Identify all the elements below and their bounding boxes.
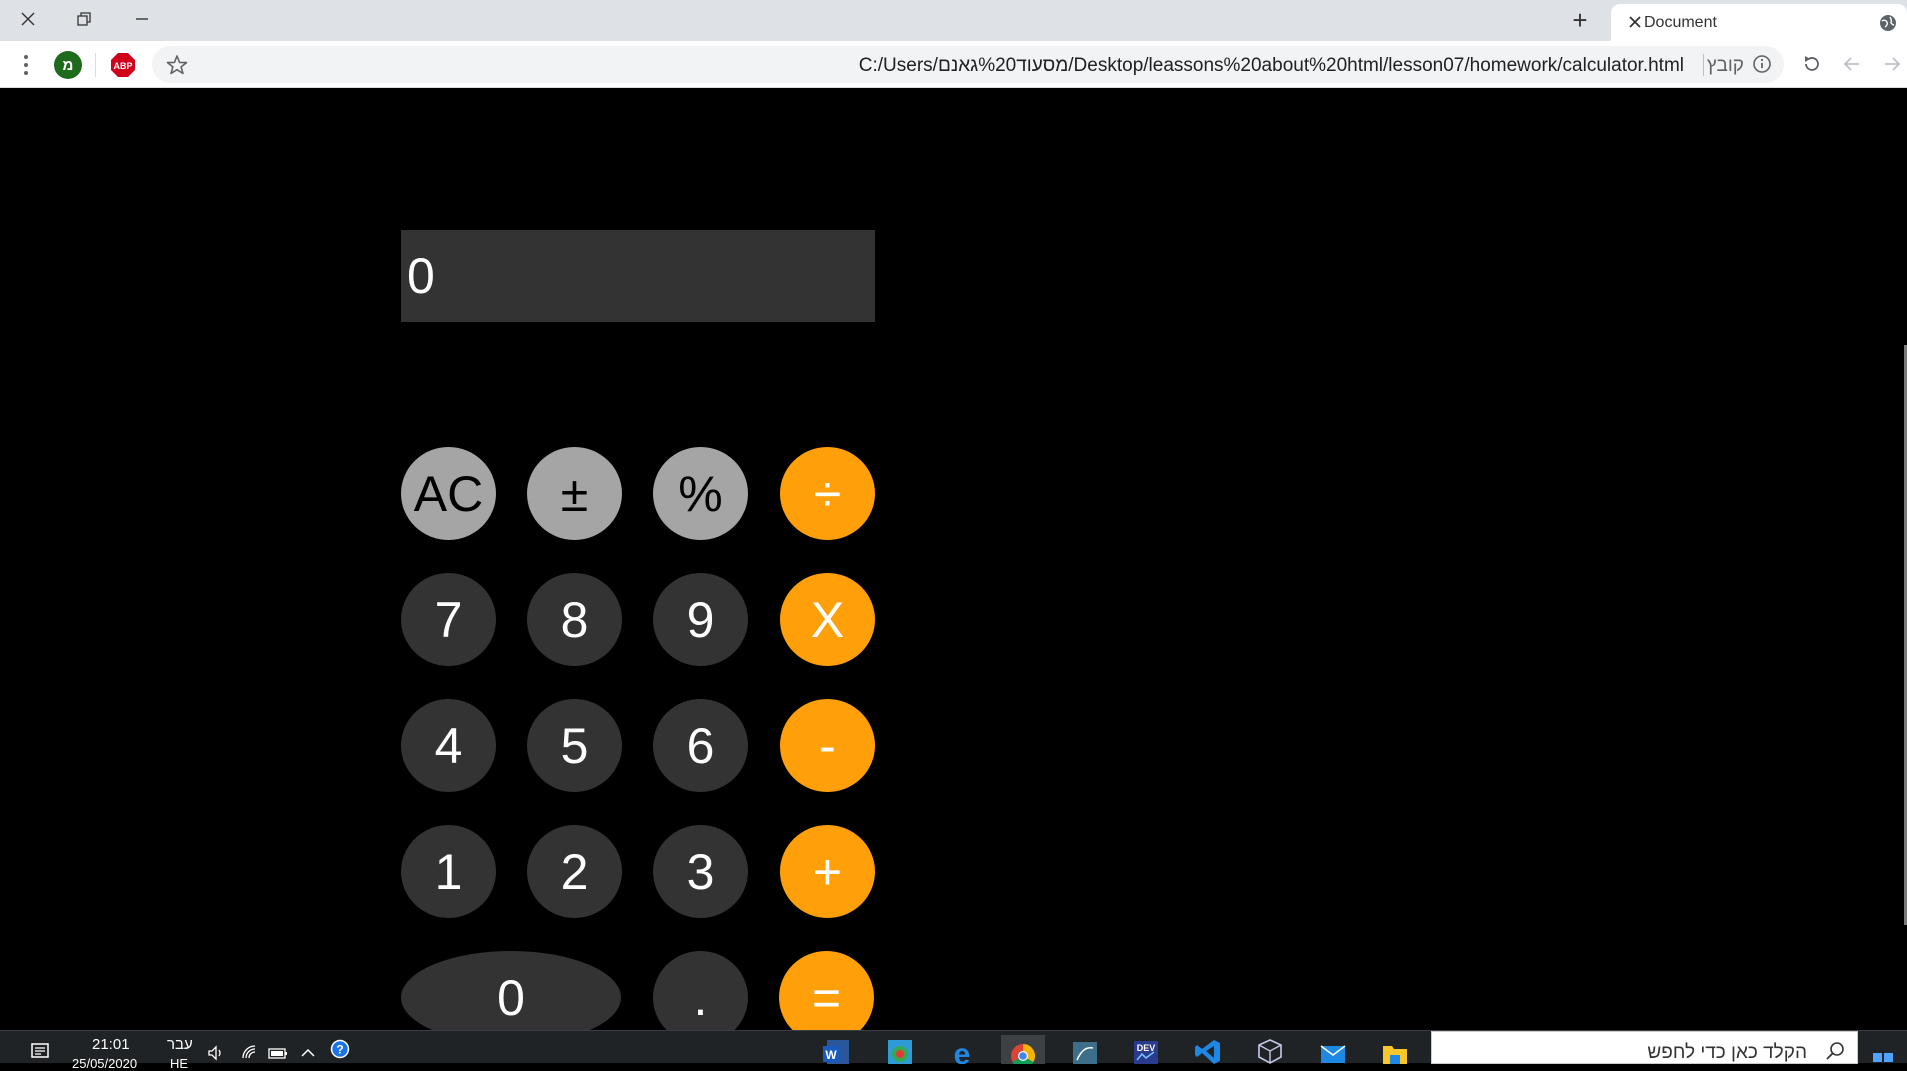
taskbar-mysql[interactable]: [1063, 1035, 1107, 1064]
mail-icon: [1320, 1045, 1346, 1063]
language-indicator[interactable]: עבר: [167, 1036, 193, 1053]
language-code[interactable]: HE: [170, 1056, 188, 1071]
key-plus-minus[interactable]: ±: [527, 447, 622, 540]
tab-strip: + Document: [0, 0, 1907, 41]
menu-icon[interactable]: [16, 52, 36, 78]
key-subtract[interactable]: -: [780, 699, 875, 792]
calculator: 0 AC ± % ÷ 7 8 9 X 4 5 6 - 1 2 3 + 0 . =: [401, 230, 875, 1044]
key-7[interactable]: 7: [401, 573, 496, 666]
svg-text:?: ?: [336, 1043, 344, 1057]
taskbar-dev[interactable]: DEV: [1124, 1035, 1168, 1064]
taskbar-edge[interactable]: e: [940, 1035, 984, 1064]
reload-icon: [1805, 56, 1819, 71]
show-hidden-icons-button[interactable]: [298, 1043, 318, 1063]
restore-icon: [77, 12, 91, 26]
key-6[interactable]: 6: [653, 699, 748, 792]
taskbar-chrome[interactable]: [1001, 1035, 1045, 1064]
bookmark-star-icon[interactable]: [166, 54, 188, 76]
file-explorer-icon: [1383, 1046, 1407, 1064]
vscode-icon: [1195, 1040, 1220, 1064]
clock-date[interactable]: 25/05/2020: [72, 1056, 137, 1071]
page-viewport: [0, 89, 1907, 1028]
taskbar-virtualbox[interactable]: [1248, 1035, 1292, 1064]
key-8[interactable]: 8: [527, 573, 622, 666]
site-info-icon[interactable]: [1752, 54, 1772, 74]
key-9[interactable]: 9: [653, 573, 748, 666]
restore-window-button[interactable]: [56, 0, 112, 38]
browser-toolbar: מ ABP C:/Users/מסעוד%20גאנם/Desktop/leas…: [0, 41, 1907, 88]
taskbar-search-box[interactable]: הקלד כאן כדי לחפש: [1431, 1031, 1858, 1064]
globe-icon: [1880, 15, 1896, 31]
profile-extension-button[interactable]: מ: [54, 51, 82, 79]
taskbar-vscode[interactable]: [1186, 1035, 1230, 1064]
taskbar-chrome-profile[interactable]: [878, 1035, 922, 1064]
search-placeholder: הקלד כאן כדי לחפש: [1647, 1042, 1807, 1063]
speaker-icon: [208, 1045, 221, 1061]
tab-title: Document: [1644, 14, 1717, 31]
url-separator: [1703, 54, 1704, 76]
adblock-icon[interactable]: ABP: [110, 52, 136, 78]
svg-text:ABP: ABP: [113, 61, 132, 71]
taskbar-mail[interactable]: [1311, 1035, 1355, 1064]
network-icon[interactable]: [240, 1043, 260, 1063]
profile-extension-label: מ: [62, 56, 74, 74]
key-1[interactable]: 1: [401, 825, 496, 918]
tab-close-button[interactable]: [1625, 12, 1645, 32]
reload-button[interactable]: [1798, 50, 1826, 78]
close-window-button[interactable]: [0, 0, 56, 38]
mysql-icon: [1073, 1042, 1097, 1064]
key-5[interactable]: 5: [527, 699, 622, 792]
url-text[interactable]: C:/Users/מסעוד%20גאנם/Desktop/leassons%2…: [859, 55, 1684, 77]
dev-icon: DEV: [1134, 1041, 1158, 1064]
back-button[interactable]: [1838, 50, 1866, 78]
key-2[interactable]: 2: [527, 825, 622, 918]
new-tab-button[interactable]: +: [1560, 4, 1600, 36]
key-multiply[interactable]: X: [780, 573, 875, 666]
url-scheme-label: קובץ: [1706, 55, 1744, 76]
clock-time[interactable]: 21:01: [92, 1036, 130, 1053]
key-all-clear[interactable]: AC: [401, 447, 496, 540]
svg-text:DEV: DEV: [1137, 1043, 1156, 1053]
svg-text:e: e: [954, 1038, 971, 1064]
arrow-left-icon: [1843, 57, 1859, 71]
chrome-5-icon: [888, 1040, 912, 1064]
taskbar-file-explorer[interactable]: [1373, 1035, 1417, 1064]
word-icon: W: [823, 1040, 849, 1064]
minimize-icon: [136, 18, 148, 20]
minimize-window-button[interactable]: [114, 0, 170, 38]
key-percent[interactable]: %: [653, 447, 748, 540]
arrow-right-icon: [1885, 57, 1901, 71]
help-icon: ?: [330, 1039, 350, 1059]
address-bar[interactable]: C:/Users/מסעוד%20גאנם/Desktop/leassons%2…: [152, 46, 1784, 83]
tab-document[interactable]: Document: [1611, 4, 1907, 41]
chevron-up-icon: [301, 1048, 315, 1057]
key-4[interactable]: 4: [401, 699, 496, 792]
toolbar-divider: [95, 53, 96, 77]
wifi-icon: [242, 1045, 256, 1059]
page-scrollbar[interactable]: [1903, 89, 1907, 1028]
close-icon: [21, 12, 35, 26]
notification-icon: [31, 1043, 49, 1058]
windows-taskbar: 21:01 25/05/2020 עבר HE ? W e DEV הקלד כ…: [0, 1030, 1907, 1071]
start-button[interactable]: [1859, 1031, 1907, 1064]
action-center-button[interactable]: [30, 1041, 50, 1061]
key-3[interactable]: 3: [653, 825, 748, 918]
forward-button[interactable]: [1878, 50, 1906, 78]
key-add[interactable]: +: [780, 825, 875, 918]
taskbar-word[interactable]: W: [815, 1035, 859, 1064]
volume-icon[interactable]: [206, 1043, 226, 1063]
help-button[interactable]: ?: [330, 1039, 350, 1059]
edge-icon: e: [954, 1038, 971, 1064]
chrome-icon: [1011, 1044, 1036, 1064]
virtualbox-icon: [1258, 1039, 1282, 1064]
calculator-keypad: AC ± % ÷ 7 8 9 X 4 5 6 - 1 2 3 + 0 . =: [401, 322, 875, 1044]
calculator-display: 0: [401, 230, 875, 322]
windows-logo-icon: [1873, 1053, 1893, 1062]
close-icon: [1629, 16, 1641, 28]
key-divide[interactable]: ÷: [780, 447, 875, 540]
svg-text:W: W: [825, 1048, 837, 1062]
search-icon: [1826, 1042, 1844, 1060]
battery-icon[interactable]: [268, 1043, 288, 1063]
battery-indicator-icon: [268, 1048, 287, 1059]
